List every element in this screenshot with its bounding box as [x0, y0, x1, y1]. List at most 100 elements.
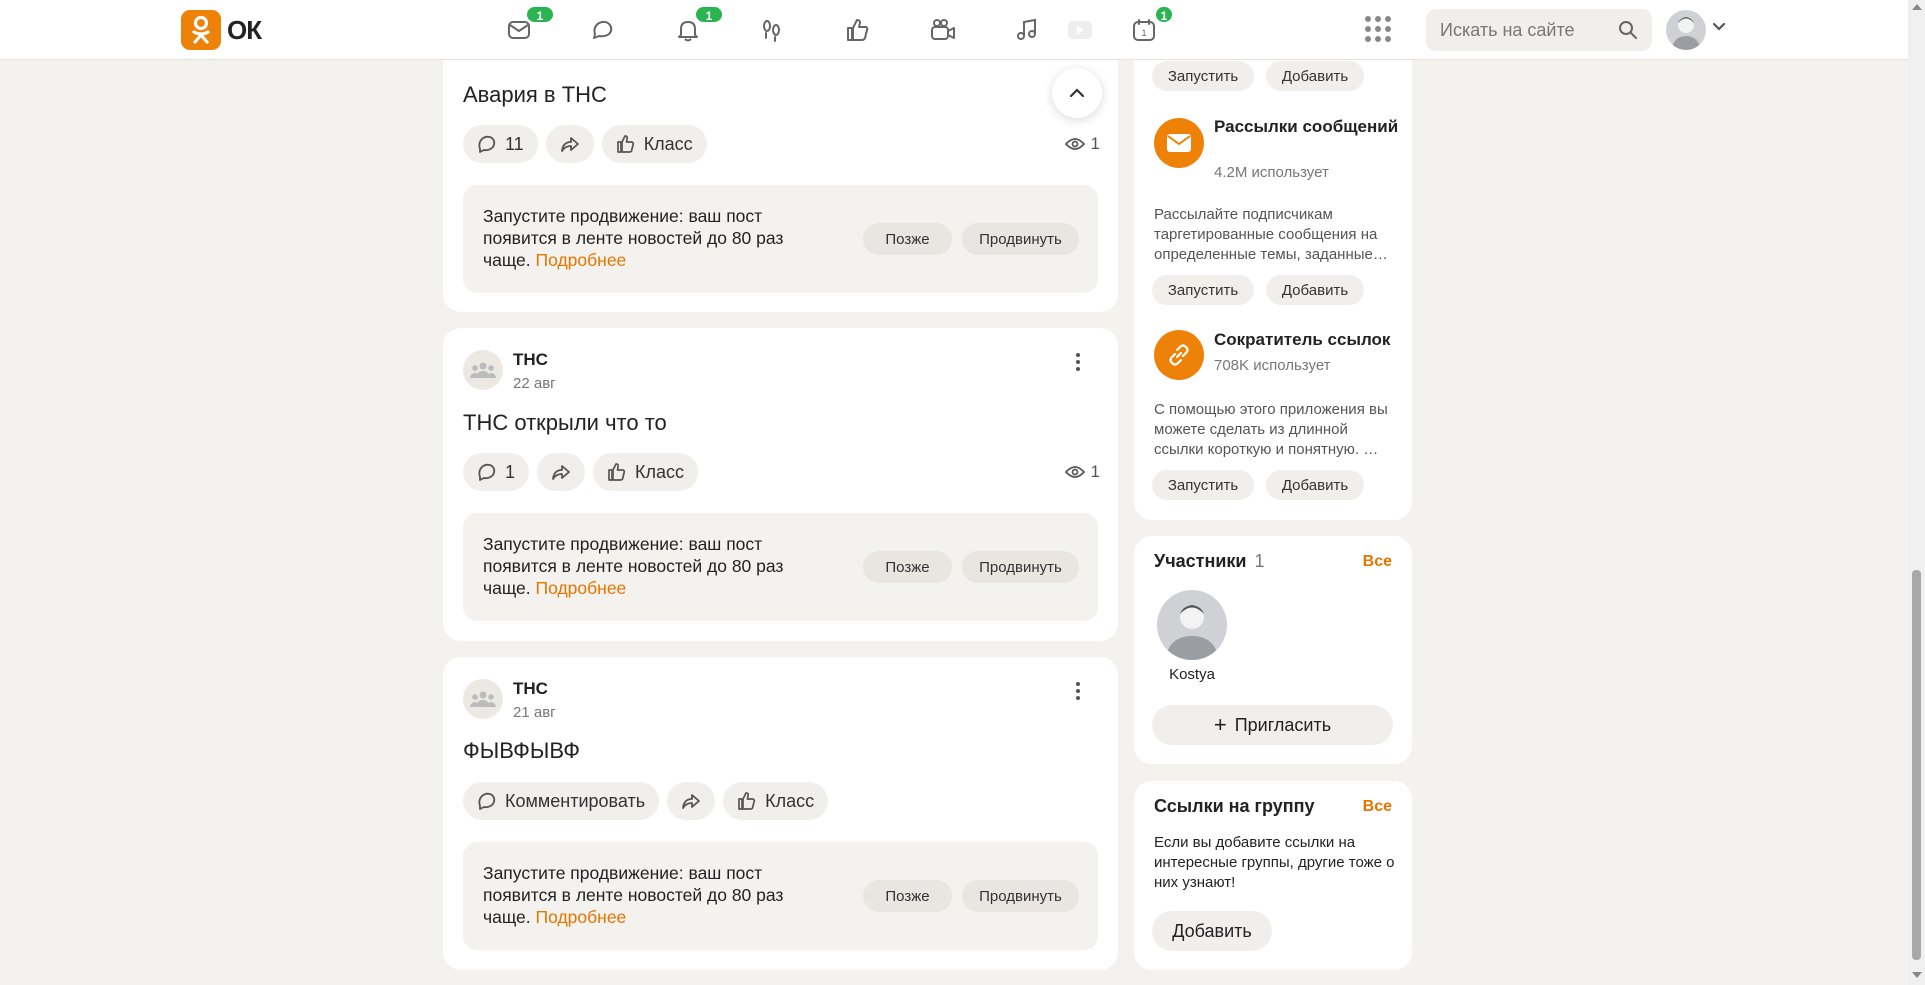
share-icon: [552, 465, 570, 480]
comment-button[interactable]: 11: [463, 125, 538, 163]
user-avatar[interactable]: [1666, 10, 1706, 50]
group-avatar[interactable]: [463, 350, 503, 390]
member-avatar[interactable]: [1157, 590, 1227, 660]
add-app-button[interactable]: Добавить: [1266, 275, 1364, 305]
music-nav[interactable]: [1009, 12, 1045, 48]
app-name[interactable]: Рассылки сообщений: [1214, 117, 1404, 137]
group-links-all-link[interactable]: Все: [1363, 798, 1392, 816]
likes-nav[interactable]: [840, 12, 876, 48]
live-nav[interactable]: [1062, 12, 1098, 48]
share-button[interactable]: [537, 453, 586, 491]
search-input[interactable]: [1440, 19, 1610, 41]
share-icon: [682, 794, 701, 809]
comment-count: 1: [505, 461, 516, 482]
promotion-banner: Запустите продвижение: ваш пост появится…: [463, 842, 1098, 950]
members-all-link[interactable]: Все: [1363, 553, 1392, 571]
eye-icon: [1064, 138, 1085, 150]
comment-button[interactable]: 1: [463, 453, 530, 491]
class-button[interactable]: Класс: [723, 782, 829, 820]
views-count: 1: [1090, 462, 1100, 481]
group-links-widget: Ссылки на группу Все Если вы добавите сс…: [1134, 781, 1412, 970]
group-links-title: Ссылки на группу: [1154, 796, 1315, 816]
top-bar: ОК 1 1 1 1: [0, 0, 1908, 60]
promote-button[interactable]: Продвинуть: [962, 223, 1079, 255]
app-users: 708K использует: [1214, 357, 1331, 374]
play-icon: [1068, 21, 1092, 39]
ok-logo-icon: [181, 10, 221, 50]
app-name[interactable]: Сократитель ссылок: [1214, 330, 1404, 350]
events-badge: 1: [1154, 5, 1174, 24]
thumbs-up-icon: [616, 135, 634, 153]
video-nav[interactable]: [925, 12, 961, 48]
logo[interactable]: ОК: [181, 10, 262, 50]
views-count: 1: [1090, 134, 1100, 153]
members-title: Участники 1: [1154, 551, 1265, 571]
scroll-to-top-button[interactable]: [1052, 68, 1102, 118]
later-button[interactable]: Позже: [863, 223, 952, 255]
invite-button[interactable]: + Пригласить: [1152, 705, 1393, 745]
promote-button[interactable]: Продвинуть: [962, 880, 1079, 912]
post-author[interactable]: ТНС: [513, 350, 548, 370]
post-date: 22 авг: [513, 375, 556, 392]
app-description: С помощью этого приложения вы можете сде…: [1154, 401, 1388, 458]
music-note-icon: [1017, 18, 1036, 40]
post-card: ТНС 21 авг ФЫВФЫВФ Комментировать Класс …: [443, 657, 1118, 970]
scroll-thumb[interactable]: [1912, 570, 1921, 960]
link-shortener-app-icon[interactable]: [1154, 330, 1204, 380]
comment-count: 11: [505, 133, 524, 154]
more-options-icon[interactable]: [1068, 679, 1088, 703]
comment-icon: [478, 792, 496, 810]
comment-label: Комментировать: [505, 790, 646, 811]
video-camera-icon: [931, 19, 955, 40]
apps-grid-icon[interactable]: [1365, 16, 1391, 42]
messages-nav[interactable]: 1: [501, 5, 555, 48]
comment-icon: [478, 135, 496, 153]
post-author[interactable]: ТНС: [513, 679, 548, 699]
add-group-link-button[interactable]: Добавить: [1152, 911, 1272, 951]
share-icon: [560, 137, 579, 152]
post-date: 21 авг: [513, 704, 556, 721]
group-avatar[interactable]: [463, 679, 503, 719]
notifications-badge: 1: [694, 5, 724, 24]
promote-button[interactable]: Продвинуть: [962, 551, 1079, 583]
add-app-button[interactable]: Добавить: [1266, 470, 1364, 500]
page-scrollbar[interactable]: [1908, 0, 1925, 985]
post-card: Авария в ТНС 11 Класс 1 Запустите продви…: [443, 20, 1118, 312]
scroll-up-arrow[interactable]: [1912, 4, 1922, 10]
search-icon[interactable]: [1618, 20, 1638, 40]
more-link[interactable]: Подробнее: [536, 578, 627, 598]
more-link[interactable]: Подробнее: [536, 250, 627, 270]
add-app-button[interactable]: Добавить: [1266, 61, 1364, 91]
promotion-banner: Запустите продвижение: ваш пост появится…: [463, 513, 1098, 621]
guests-nav[interactable]: [754, 12, 790, 48]
scroll-down-arrow[interactable]: [1912, 972, 1922, 978]
more-link[interactable]: Подробнее: [536, 907, 627, 927]
svg-text:1: 1: [1141, 28, 1146, 38]
later-button[interactable]: Позже: [863, 880, 952, 912]
chevron-down-icon[interactable]: [1712, 22, 1726, 32]
share-button[interactable]: [667, 782, 716, 820]
post-card: ТНС 22 авг ТНС открыли что то 1 Класс 1 …: [443, 328, 1118, 641]
launch-button[interactable]: Запустить: [1152, 61, 1254, 91]
share-button[interactable]: [545, 125, 594, 163]
notifications-nav[interactable]: 1: [670, 5, 724, 48]
envelope-icon: [1167, 134, 1191, 152]
class-button[interactable]: Класс: [593, 453, 699, 491]
more-options-icon[interactable]: [1068, 350, 1088, 374]
messages-badge: 1: [525, 5, 555, 24]
class-button[interactable]: Класс: [601, 125, 707, 163]
invite-label: Пригласить: [1234, 714, 1332, 735]
later-button[interactable]: Позже: [863, 551, 952, 583]
search-box[interactable]: [1426, 9, 1652, 51]
newsletter-app-icon[interactable]: [1154, 118, 1204, 168]
group-icon: [470, 362, 496, 378]
comment-button[interactable]: Комментировать: [463, 782, 660, 820]
promotion-text: Запустите продвижение: ваш пост появится…: [483, 863, 784, 927]
launch-button[interactable]: Запустить: [1152, 275, 1254, 305]
apps-widget: Запустить Добавить Рассылки сообщений 4.…: [1134, 20, 1412, 520]
launch-button[interactable]: Запустить: [1152, 470, 1254, 500]
events-nav[interactable]: 1 1: [1126, 5, 1174, 48]
app-users: 4.2M использует: [1214, 164, 1329, 181]
discussions-nav[interactable]: [585, 12, 621, 48]
member-name[interactable]: Kostya: [1152, 666, 1232, 683]
